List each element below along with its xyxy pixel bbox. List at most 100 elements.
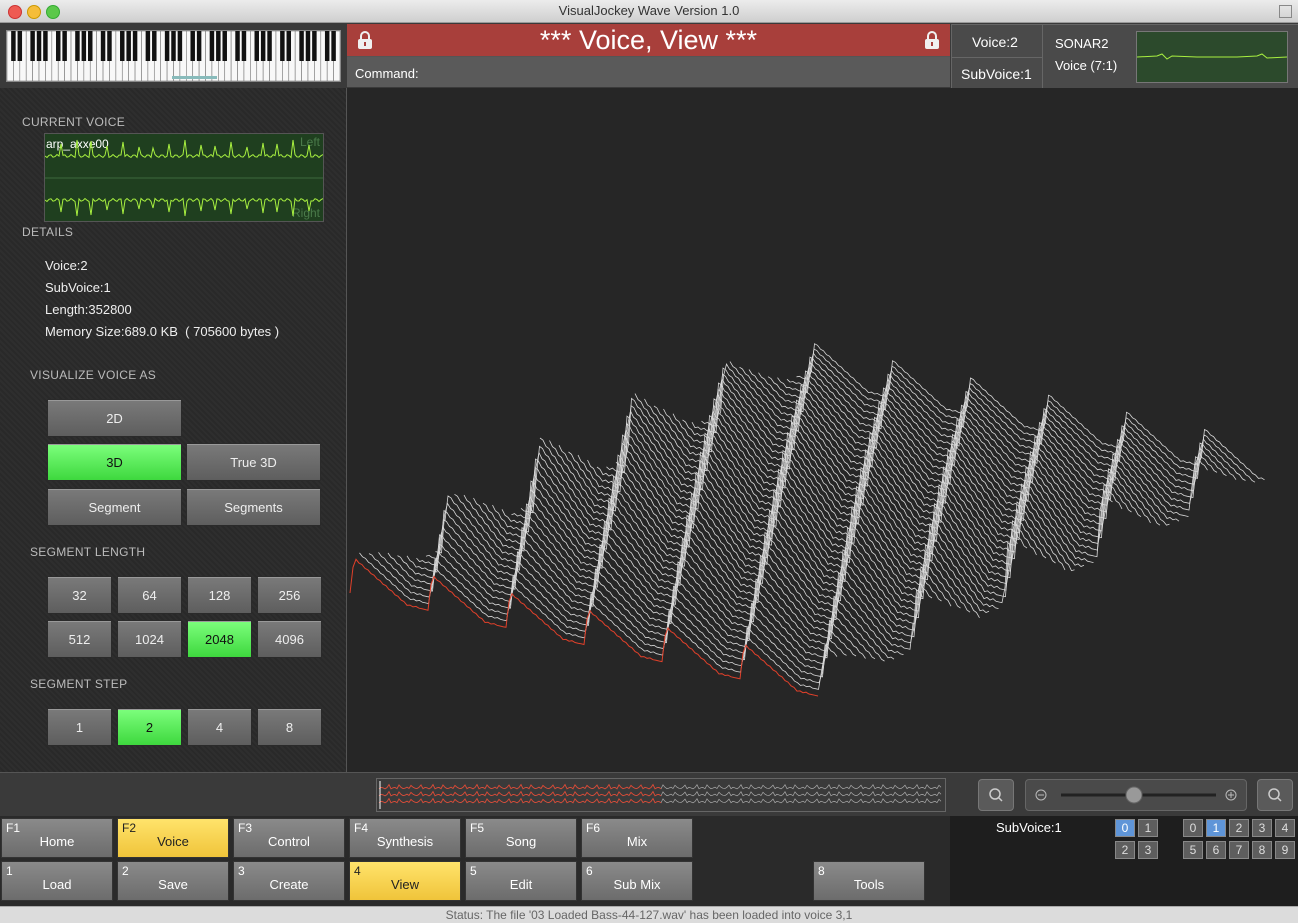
visualize-segment-button[interactable]: Segment xyxy=(47,488,182,526)
segment-step-1-button[interactable]: 1 xyxy=(47,708,112,746)
scroller-row xyxy=(0,772,1298,817)
segment-length-128-button[interactable]: 128 xyxy=(187,576,252,614)
visualize-title: VISUALIZE VOICE AS xyxy=(30,368,157,382)
current-voice-title: CURRENT VOICE xyxy=(22,115,126,129)
key-hint: 8 xyxy=(818,864,825,878)
key-label: Control xyxy=(268,834,310,849)
voice-3d-view[interactable] xyxy=(347,88,1298,772)
fkey-control[interactable]: F3 Control xyxy=(233,818,345,858)
key-hint: 5 xyxy=(470,864,477,878)
overview-waveform[interactable] xyxy=(376,778,946,812)
segment-length-2048-button[interactable]: 2048 xyxy=(187,620,252,658)
subvoice-b-2[interactable]: 2 xyxy=(1229,819,1249,837)
status-bar: Status: The file '03 Loaded Bass-44-127.… xyxy=(0,906,1298,923)
segment-length-1024-button[interactable]: 1024 xyxy=(117,620,182,658)
segment-step-title: SEGMENT STEP xyxy=(30,677,128,691)
fkey-song[interactable]: F5 Song xyxy=(465,818,577,858)
key-hint: F3 xyxy=(238,821,253,835)
key-label: Synthesis xyxy=(376,834,434,849)
key-label: Song xyxy=(505,834,537,849)
key-save[interactable]: 2 Save xyxy=(117,861,229,901)
key-label: View xyxy=(391,877,419,892)
subvoice-b-8[interactable]: 8 xyxy=(1252,841,1272,859)
subvoice-b-0[interactable]: 0 xyxy=(1183,819,1203,837)
key-create[interactable]: 3 Create xyxy=(233,861,345,901)
fkey-home[interactable]: F1 Home xyxy=(1,818,113,858)
key-hint: 4 xyxy=(354,864,361,878)
device-voice: Voice (7:1) xyxy=(1055,58,1118,73)
subvoice-a-2[interactable]: 2 xyxy=(1115,841,1135,859)
key-hint: F1 xyxy=(6,821,21,835)
title-bar: VisualJockey Wave Version 1.0 xyxy=(0,0,1298,23)
details-title: DETAILS xyxy=(22,225,74,239)
segment-step-8-button[interactable]: 8 xyxy=(257,708,322,746)
subvoice-panel-label: SubVoice:1 xyxy=(996,820,1062,835)
detail-memory: Memory Size:689.0 KB ( 705600 bytes ) xyxy=(45,324,280,339)
segment-step-4-button[interactable]: 4 xyxy=(187,708,252,746)
subvoice-a-1[interactable]: 1 xyxy=(1138,819,1158,837)
visualize-3d-button[interactable]: 3D xyxy=(47,443,182,481)
key-label: Home xyxy=(39,834,75,849)
key-label: Tools xyxy=(853,877,885,892)
subvoice-a-0[interactable]: 0 xyxy=(1115,819,1135,837)
command-bar[interactable]: Command: xyxy=(347,57,950,87)
subvoice-a-3[interactable]: 3 xyxy=(1138,841,1158,859)
visualize-2d-button[interactable]: 2D xyxy=(47,399,182,437)
voice-indicator: Voice:2 xyxy=(951,24,1043,58)
mode-title: *** Voice, View *** xyxy=(539,25,758,55)
segment-length-32-button[interactable]: 32 xyxy=(47,576,112,614)
segment-length-512-button[interactable]: 512 xyxy=(47,620,112,658)
magnifier-icon xyxy=(1268,788,1282,802)
window-title: VisualJockey Wave Version 1.0 xyxy=(558,3,740,18)
subvoice-b-4[interactable]: 4 xyxy=(1275,819,1295,837)
zoom-reset-button[interactable] xyxy=(1257,779,1293,811)
segment-length-256-button[interactable]: 256 xyxy=(257,576,322,614)
subvoice-b-7[interactable]: 7 xyxy=(1229,841,1249,859)
piano-keyboard[interactable] xyxy=(6,30,341,82)
segment-length-title: SEGMENT LENGTH xyxy=(30,545,146,559)
fkey-synthesis[interactable]: F4 Synthesis xyxy=(349,818,461,858)
key-edit[interactable]: 5 Edit xyxy=(465,861,577,901)
voice-3d-plot xyxy=(349,343,1265,697)
key-label: Mix xyxy=(626,834,648,849)
device-panel: SONAR2 Voice (7:1) xyxy=(1042,24,1298,89)
visualize-segments-button[interactable]: Segments xyxy=(186,488,321,526)
subvoice-b-1[interactable]: 1 xyxy=(1206,819,1226,837)
subvoice-indicator: SubVoice:1 xyxy=(951,57,1043,89)
mode-bar: *** Voice, View *** xyxy=(347,24,950,57)
key-sub-mix[interactable]: 6 Sub Mix xyxy=(581,861,693,901)
function-keys: F1 Home F2 Voice F3 Control F4 Synthesis F5 Song F… xyxy=(0,816,1298,906)
key-label: Create xyxy=(269,877,309,892)
visualize-true-3d-button[interactable]: True 3D xyxy=(186,443,321,481)
command-label: Command: xyxy=(355,66,419,81)
key-view[interactable]: 4 View xyxy=(349,861,461,901)
zoom-slider[interactable] xyxy=(1025,779,1247,811)
subvoice-b-9[interactable]: 9 xyxy=(1275,841,1295,859)
zoom-fit-button[interactable] xyxy=(978,779,1014,811)
subvoice-b-5[interactable]: 5 xyxy=(1183,841,1203,859)
key-label: Edit xyxy=(509,877,533,892)
key-hint: 1 xyxy=(6,864,13,878)
status-text: Status: The file '03 Loaded Bass-44-127.… xyxy=(445,908,853,922)
segment-length-4096-button[interactable]: 4096 xyxy=(257,620,322,658)
magnifier-icon xyxy=(989,788,1003,802)
key-hint: F6 xyxy=(586,821,601,835)
current-voice-waveform: arp_axxe00 Left Right xyxy=(44,133,324,222)
detail-subvoice: SubVoice:1 xyxy=(45,280,111,295)
key-load[interactable]: 1 Load xyxy=(1,861,113,901)
subvoice-panel: SubVoice:1 01230123456789 xyxy=(950,816,1298,906)
segment-step-2-button[interactable]: 2 xyxy=(117,708,182,746)
key-tools[interactable]: 8 Tools xyxy=(813,861,925,901)
segment-length-64-button[interactable]: 64 xyxy=(117,576,182,614)
lock-icon[interactable] xyxy=(924,30,940,50)
device-waveform xyxy=(1136,31,1288,83)
fkey-mix[interactable]: F6 Mix xyxy=(581,818,693,858)
fkey-voice[interactable]: F2 Voice xyxy=(117,818,229,858)
key-label: Voice xyxy=(157,834,189,849)
key-hint: F4 xyxy=(354,821,369,835)
subvoice-b-6[interactable]: 6 xyxy=(1206,841,1226,859)
detail-length: Length:352800 xyxy=(45,302,132,317)
subvoice-b-3[interactable]: 3 xyxy=(1252,819,1272,837)
fullscreen-icon[interactable] xyxy=(1279,5,1292,18)
key-hint: 3 xyxy=(238,864,245,878)
